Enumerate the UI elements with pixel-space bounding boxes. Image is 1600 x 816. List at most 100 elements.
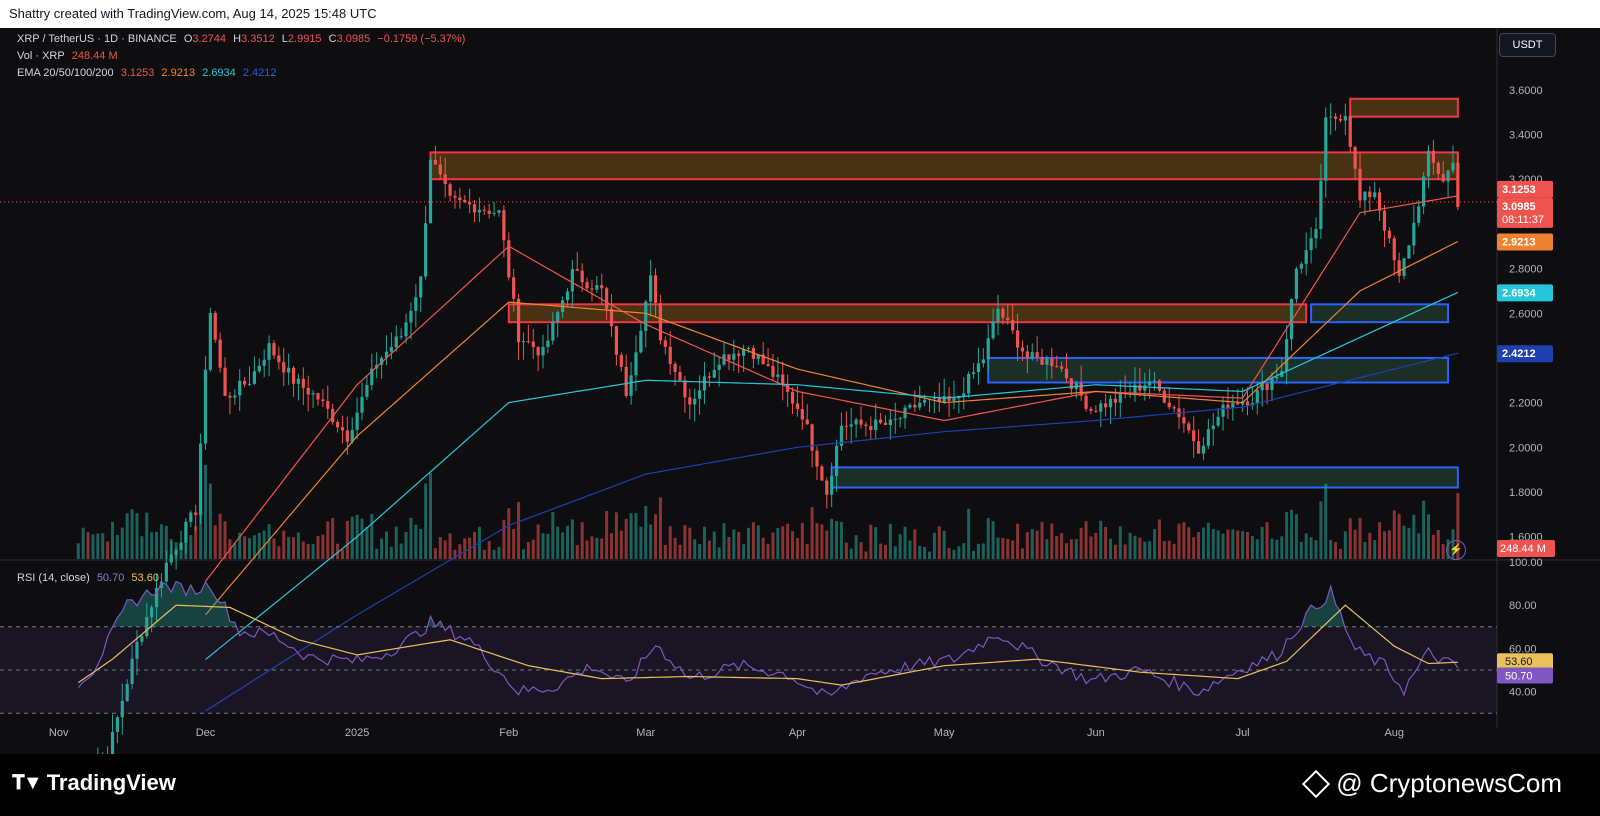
y-tick-label: 1.8000 — [1509, 487, 1543, 499]
volume-bar — [761, 537, 765, 559]
y-tick-label: 3.4000 — [1509, 130, 1543, 142]
candle-body — [888, 419, 892, 425]
candle-body — [1353, 146, 1357, 169]
candle-body — [257, 365, 261, 372]
volume-bar — [1358, 517, 1362, 559]
volume-bar — [654, 514, 658, 559]
candle-body — [316, 393, 320, 400]
volume-bar — [585, 540, 589, 559]
candle-body — [414, 297, 418, 311]
tradingview-logo[interactable]: 𝐓▼ TradingView — [12, 770, 176, 796]
candle-body — [1167, 402, 1171, 408]
open-value: 3.2744 — [192, 33, 227, 45]
candle-body — [1387, 230, 1391, 239]
volume-bar — [463, 538, 467, 559]
candle-body — [526, 341, 530, 343]
volume-bar — [570, 519, 574, 559]
candle-body — [169, 554, 173, 563]
volume-bar — [1089, 536, 1093, 559]
candle-body — [942, 396, 946, 403]
volume-bar — [688, 527, 692, 559]
volume-bar — [130, 509, 134, 559]
candle-body — [1265, 383, 1269, 390]
brand-name: TradingView — [46, 770, 176, 795]
volume-bar — [658, 497, 662, 559]
candle-body — [668, 346, 672, 364]
volume-bar — [1294, 514, 1298, 559]
volume-bar — [1050, 523, 1054, 559]
volume-bar — [1363, 541, 1367, 559]
candle-body — [428, 159, 433, 224]
candle-body — [1338, 118, 1343, 121]
volume-bar — [1255, 539, 1259, 559]
volume-bar — [957, 546, 961, 559]
candle-body — [805, 419, 809, 425]
volume-bar — [296, 532, 300, 559]
volume-bar — [976, 543, 980, 559]
volume-bar — [913, 529, 917, 559]
lightning-icon[interactable]: ⚡ — [1446, 540, 1466, 560]
volume-bar — [438, 537, 442, 559]
volume-bar — [551, 512, 555, 559]
candle-body — [1035, 352, 1039, 358]
volume-bar — [972, 550, 976, 559]
candle-body — [335, 422, 340, 428]
volume-bar — [1334, 542, 1338, 559]
candle-body — [771, 365, 775, 377]
volume-bar — [155, 531, 159, 559]
ema-label[interactable]: EMA 20/50/100/200 — [17, 67, 114, 79]
rsi-label[interactable]: RSI (14, close) — [17, 572, 90, 584]
candle-body — [707, 376, 711, 378]
volume-bar — [375, 548, 379, 559]
candle-body — [683, 380, 687, 398]
volume-bar — [1182, 522, 1186, 559]
volume-label[interactable]: Vol · XRP — [17, 50, 65, 62]
candle-body — [399, 336, 403, 338]
volume-bar — [384, 531, 388, 559]
volume-bar — [145, 512, 149, 559]
volume-bar — [815, 523, 819, 559]
volume-bar — [1001, 537, 1005, 559]
volume-bar — [1221, 533, 1225, 559]
rsi-ma-value: 53.60 — [131, 572, 159, 584]
candle-body — [732, 353, 736, 360]
change-value: −0.1759 (−5.37%) — [377, 33, 466, 45]
candle-body — [991, 321, 995, 339]
candle-body — [1363, 191, 1367, 201]
candle-body — [497, 210, 501, 213]
candle-body — [1020, 347, 1025, 352]
candle-body — [1451, 162, 1455, 171]
candle-body — [629, 375, 633, 396]
candle-body — [820, 466, 824, 481]
candle-body — [345, 430, 349, 442]
candle-body — [1064, 368, 1069, 379]
price-tag-label: 2.9213 — [1502, 236, 1536, 248]
volume-bar — [536, 524, 540, 559]
credit-text: @ CryptonewsCom — [1336, 768, 1562, 798]
volume-bar — [306, 544, 310, 559]
candle-body — [766, 364, 770, 366]
candle-body — [1094, 410, 1098, 412]
currency-button[interactable]: USDT — [1499, 33, 1556, 57]
volume-bar — [800, 522, 804, 559]
volume-bar — [433, 548, 437, 559]
price-chart[interactable]: 3.80003.60003.40003.20003.00002.80002.60… — [0, 28, 1600, 794]
candle-body — [223, 367, 227, 396]
candle-body — [321, 399, 325, 402]
symbol-label[interactable]: XRP / TetherUS · 1D · BINANCE — [17, 33, 177, 45]
volume-bar — [1250, 535, 1254, 559]
zone-red-2 — [507, 303, 1308, 324]
candle-body — [1108, 398, 1113, 408]
candle-body — [472, 204, 477, 213]
candle-body — [1407, 245, 1411, 259]
volume-bar — [399, 543, 403, 559]
volume-bar — [1216, 530, 1220, 559]
volume-bar — [282, 530, 286, 559]
volume-bar — [727, 537, 731, 559]
candle-body — [213, 312, 217, 340]
candle-body — [1373, 192, 1377, 198]
volume-bar — [1236, 530, 1240, 559]
candle-body — [976, 363, 981, 373]
chart-caption-bar: Shattry created with TradingView.com, Au… — [0, 0, 1600, 28]
candle-body — [918, 402, 922, 408]
